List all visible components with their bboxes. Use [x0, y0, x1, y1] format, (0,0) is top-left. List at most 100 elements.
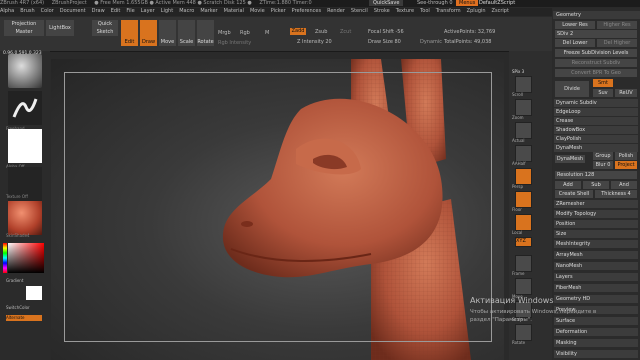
menu-item-edit[interactable]: Edit	[111, 8, 121, 14]
zoom-button[interactable]	[515, 99, 532, 116]
group-toggle[interactable]: Group	[593, 152, 613, 160]
reuv-toggle[interactable]: ReUV	[615, 89, 637, 97]
gradient-label[interactable]: Gradient	[6, 278, 23, 283]
add-button[interactable]: Add	[555, 181, 581, 189]
menus-button[interactable]: Menus	[456, 0, 479, 6]
section-nanomesh[interactable]: NanoMesh	[554, 262, 638, 270]
quick-sketch-button[interactable]: Quick Sketch	[92, 20, 118, 36]
project-toggle[interactable]: Project	[615, 161, 637, 169]
section-claypolish[interactable]: ClayPolish	[554, 135, 638, 143]
scroll-button[interactable]	[515, 76, 532, 93]
menu-item-movie[interactable]: Movie	[250, 8, 265, 14]
scale-button[interactable]: Scale	[178, 20, 195, 46]
convert-bpr-button[interactable]: Convert BPR To Geo	[555, 69, 637, 77]
focal-shift-slider[interactable]: Focal Shift -56	[368, 29, 404, 35]
del-lower-button[interactable]: Del Lower	[555, 39, 595, 47]
menu-item-marker[interactable]: Marker	[200, 8, 217, 14]
menu-item-macro[interactable]: Macro	[179, 8, 194, 14]
freeze-subdivision-button[interactable]: Freeze SubDivision Levels	[555, 49, 637, 57]
dynamesh-button[interactable]: DynaMesh	[555, 155, 585, 163]
draw-button[interactable]: Draw	[140, 20, 157, 46]
sdiv-slider[interactable]: SDiv 2	[555, 30, 637, 38]
tool-tile[interactable]	[8, 54, 42, 88]
alpha-tile[interactable]	[8, 129, 42, 163]
actual-button[interactable]	[515, 122, 532, 139]
hue-slider[interactable]	[3, 243, 7, 273]
material-tile[interactable]	[8, 201, 42, 235]
edit-button[interactable]: Edit	[121, 20, 138, 46]
section-crease[interactable]: Crease	[554, 117, 638, 125]
lower-res-button[interactable]: Lower Res	[555, 21, 595, 29]
zadd-button[interactable]: Zadd	[290, 28, 306, 35]
menu-item-alpha[interactable]: Alpha	[0, 8, 14, 14]
section-modify-topology[interactable]: Modify Topology	[554, 210, 638, 218]
menu-item-zplugin[interactable]: Zplugin	[467, 8, 486, 14]
menu-item-layer[interactable]: Layer	[141, 8, 155, 14]
zsub-button[interactable]: Zsub	[315, 29, 327, 35]
z-intensity-slider[interactable]: Z Intensity 20	[297, 39, 332, 45]
menu-item-material[interactable]: Material	[224, 8, 244, 14]
sub-button[interactable]: Sub	[583, 181, 609, 189]
menu-item-texture[interactable]: Texture	[396, 8, 414, 14]
thickness-slider[interactable]: Thickness 4	[595, 190, 637, 198]
frame-button[interactable]	[515, 255, 532, 272]
spix-slider[interactable]: SPix 3	[512, 69, 524, 74]
menu-item-picker[interactable]: Picker	[271, 8, 286, 14]
menu-item-tool[interactable]: Tool	[420, 8, 430, 14]
blur-slider[interactable]: Blur 0	[593, 161, 613, 169]
menu-item-preferences[interactable]: Preferences	[292, 8, 321, 14]
section-zremesher[interactable]: ZRemesher	[554, 200, 638, 208]
menu-item-render[interactable]: Render	[327, 8, 345, 14]
menu-item-transform[interactable]: Transform	[436, 8, 461, 14]
draw-size-slider[interactable]: Draw Size 80	[368, 39, 401, 45]
suv-toggle[interactable]: Suv	[593, 89, 613, 97]
dynamic-button[interactable]: Dynamic	[420, 39, 442, 45]
xyz-button[interactable]: XYZ	[515, 237, 532, 247]
higher-res-button[interactable]: Higher Res	[597, 21, 637, 29]
move-button[interactable]: Move	[159, 20, 176, 46]
rotate-button-right[interactable]	[515, 324, 532, 341]
local-button[interactable]	[515, 214, 532, 231]
menu-item-light[interactable]: Light	[161, 8, 173, 14]
stroke-tile[interactable]	[8, 91, 42, 125]
geometry-header[interactable]: Geometry	[553, 11, 640, 19]
section-masking[interactable]: Masking	[554, 339, 638, 347]
menu-item-brush[interactable]: Brush	[20, 8, 34, 14]
section-deformation[interactable]: Deformation	[554, 328, 638, 336]
create-shell-button[interactable]: Create Shell	[555, 190, 593, 198]
section-meshintegrity[interactable]: MeshIntegrity	[554, 240, 638, 248]
quicksave-button[interactable]: QuickSave	[369, 0, 404, 6]
menu-item-document[interactable]: Document	[60, 8, 86, 14]
menu-item-file[interactable]: File	[126, 8, 134, 14]
main-color-swatch[interactable]	[26, 286, 42, 300]
rgb-intensity-slider[interactable]: Rgb Intensity	[218, 40, 251, 46]
divide-button[interactable]: Divide	[555, 81, 589, 97]
aahalf-button[interactable]	[515, 145, 532, 162]
polish-toggle[interactable]: Polish	[615, 152, 637, 160]
section-arraymesh[interactable]: ArrayMesh	[554, 251, 638, 259]
rotate-button[interactable]: Rotate	[197, 20, 214, 46]
section-shadowbox[interactable]: ShadowBox	[554, 126, 638, 134]
zcut-button[interactable]: Zcut	[340, 29, 351, 35]
section-fibermesh[interactable]: FiberMesh	[554, 284, 638, 292]
menu-item-draw[interactable]: Draw	[92, 8, 105, 14]
floor-button[interactable]	[515, 191, 532, 208]
color-picker[interactable]	[8, 243, 44, 273]
menu-item-zscript[interactable]: Zscript	[492, 8, 509, 14]
section-layers[interactable]: Layers	[554, 273, 638, 281]
see-through-slider[interactable]: See-through 0	[417, 0, 453, 6]
section-edgeloop[interactable]: EdgeLoop	[554, 108, 638, 116]
menu-item-color[interactable]: Color	[41, 8, 54, 14]
smt-toggle[interactable]: Smt	[593, 79, 613, 87]
switch-color-button[interactable]: SwitchColor	[6, 305, 30, 310]
section-geometry-hd[interactable]: Geometry HD	[554, 295, 638, 303]
del-higher-button[interactable]: Del Higher	[597, 39, 637, 47]
default-zscript-button[interactable]: DefaultZScript	[479, 0, 515, 6]
section-dynamic-subdiv[interactable]: Dynamic Subdiv	[554, 99, 638, 107]
persp-button[interactable]	[515, 168, 532, 185]
section-size[interactable]: Size	[554, 230, 638, 238]
menu-item-stroke[interactable]: Stroke	[374, 8, 390, 14]
section-position[interactable]: Position	[554, 220, 638, 228]
menu-item-stencil[interactable]: Stencil	[351, 8, 368, 14]
and-button[interactable]: And	[611, 181, 637, 189]
